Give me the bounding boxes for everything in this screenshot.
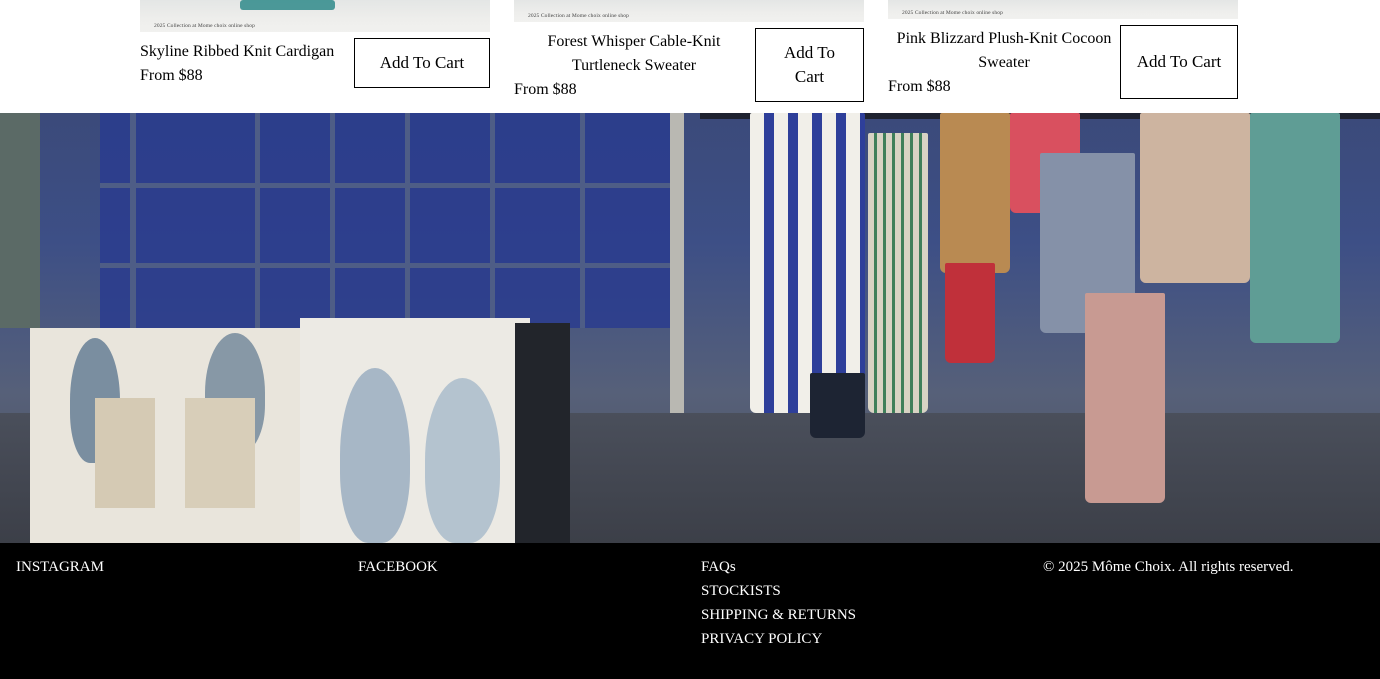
stockists-link[interactable]: STOCKISTS	[701, 579, 856, 603]
copyright-text: © 2025 Môme Choix. All rights reserved.	[1043, 559, 1294, 575]
footer-social-instagram: INSTAGRAM	[16, 555, 104, 579]
product-card-forest-whisper: 2025 Collection at Mome choix online sho…	[514, 0, 864, 113]
window-mullion	[130, 113, 136, 328]
window-pane	[100, 113, 680, 328]
product-image[interactable]: 2025 Collection at Mome choix online sho…	[888, 0, 1238, 19]
product-name[interactable]: Skyline Ribbed Knit Cardigan	[140, 40, 345, 64]
site-footer: INSTAGRAM FACEBOOK FAQs STOCKISTS SHIPPI…	[0, 543, 1380, 679]
garment-pink-pants	[1085, 293, 1165, 503]
shipping-returns-link[interactable]: SHIPPING & RETURNS	[701, 603, 856, 627]
window-mullion	[100, 263, 680, 268]
product-card-skyline: 2025 Collection at Mome choix online sho…	[140, 0, 490, 113]
garment-striped	[750, 113, 865, 413]
product-name[interactable]: Pink Blizzard Plush-Knit Cocoon Sweater	[888, 27, 1120, 75]
hero-image	[0, 113, 1380, 543]
child-figure	[425, 378, 500, 543]
garment-tan	[940, 113, 1010, 273]
footer-copyright: © 2025 Môme Choix. All rights reserved.	[1043, 555, 1294, 579]
stool	[95, 398, 155, 508]
pillar	[0, 113, 40, 328]
product-price: From $88	[514, 81, 577, 98]
privacy-policy-link[interactable]: PRIVACY POLICY	[701, 627, 856, 651]
window-mullion	[255, 113, 260, 328]
add-to-cart-button[interactable]: Add To Cart	[1120, 25, 1238, 99]
window-mullion	[330, 113, 335, 328]
faqs-link[interactable]: FAQs	[701, 555, 856, 579]
instagram-link[interactable]: INSTAGRAM	[16, 555, 104, 579]
product-image-detail	[240, 0, 335, 10]
product-image-caption: 2025 Collection at Mome choix online sho…	[154, 23, 255, 29]
product-image-caption: 2025 Collection at Mome choix online sho…	[902, 10, 1003, 16]
product-image[interactable]: 2025 Collection at Mome choix online sho…	[514, 0, 864, 22]
window-mullion	[580, 113, 585, 328]
window-mullion	[405, 113, 410, 328]
product-price: From $88	[888, 78, 951, 95]
facebook-link[interactable]: FACEBOOK	[358, 555, 438, 579]
garment-teal	[1250, 113, 1340, 343]
garment-beige	[1140, 113, 1250, 283]
footer-social-facebook: FACEBOOK	[358, 555, 438, 579]
add-to-cart-button[interactable]: Add To Cart	[755, 28, 864, 102]
product-card-pink-blizzard: 2025 Collection at Mome choix online sho…	[888, 0, 1238, 113]
product-name[interactable]: Forest Whisper Cable-Knit Turtleneck Swe…	[514, 30, 754, 78]
photo-board-frame	[515, 323, 570, 543]
product-image[interactable]: 2025 Collection at Mome choix online sho…	[140, 0, 490, 32]
window-mullion	[490, 113, 495, 328]
garment-navy	[810, 373, 865, 438]
garment-red	[945, 263, 995, 363]
footer-links: FAQs STOCKISTS SHIPPING & RETURNS PRIVAC…	[701, 555, 856, 651]
child-figure	[340, 368, 410, 543]
stool	[185, 398, 255, 508]
product-image-caption: 2025 Collection at Mome choix online sho…	[528, 13, 629, 19]
window-mullion	[100, 183, 680, 188]
add-to-cart-button[interactable]: Add To Cart	[354, 38, 490, 88]
product-grid: 2025 Collection at Mome choix online sho…	[0, 0, 1380, 113]
garment-striped-green	[868, 133, 928, 413]
product-price: From $88	[140, 67, 203, 84]
